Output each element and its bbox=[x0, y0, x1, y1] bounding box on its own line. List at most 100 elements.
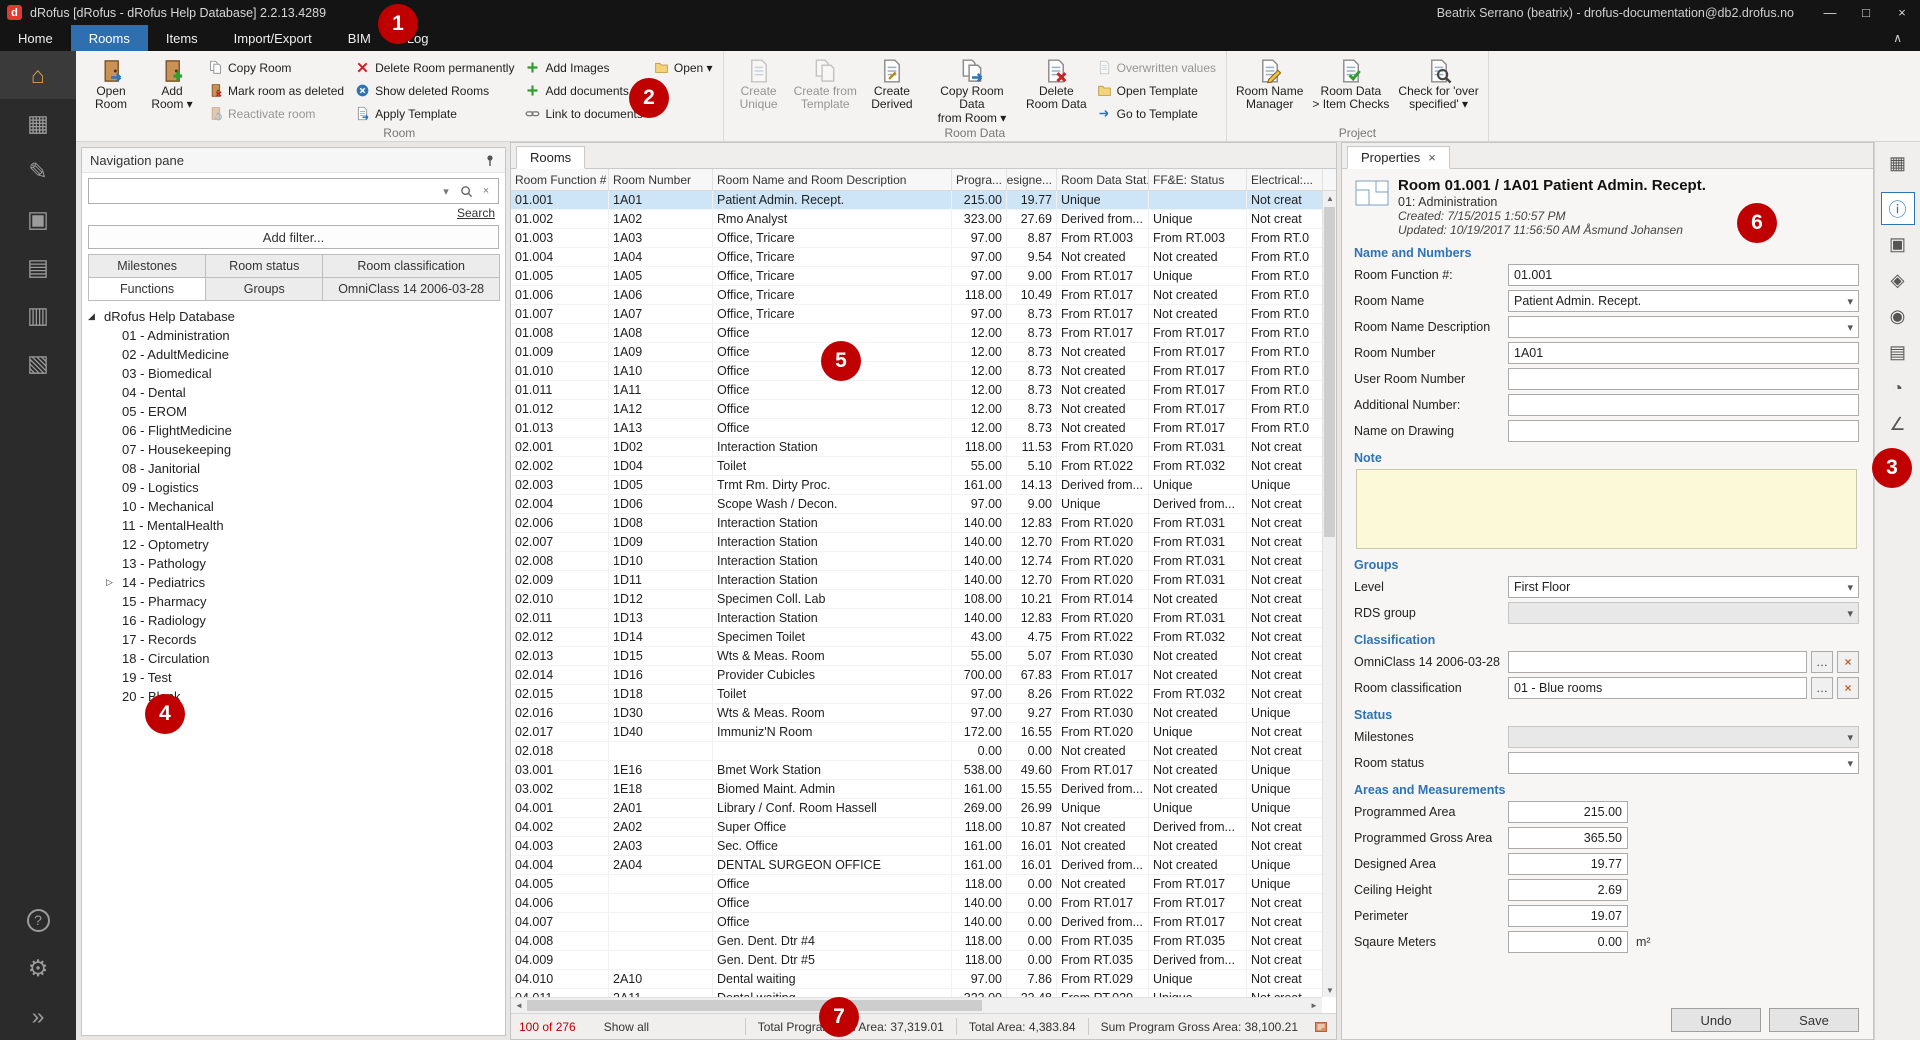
bim-model-icon[interactable]: ◈ bbox=[1881, 264, 1915, 297]
filter-tab-room-classification[interactable]: Room classification bbox=[322, 254, 500, 278]
filter-tab-functions[interactable]: Functions bbox=[88, 277, 206, 301]
maximize-button[interactable]: □ bbox=[1848, 0, 1884, 25]
room-row-04-001[interactable]: 04.0012A01Library / Conf. Room Hassell26… bbox=[511, 799, 1322, 818]
room-row-01-010[interactable]: 01.0101A10Office12.008.73Not createdFrom… bbox=[511, 362, 1322, 381]
room-row-04-011[interactable]: 04.0112A11Dental waiting323.0023.48From … bbox=[511, 989, 1322, 997]
mark-room-as-deleted-button[interactable]: Mark room as deleted bbox=[204, 80, 348, 101]
add-filter-button[interactable]: Add filter... bbox=[88, 225, 499, 249]
check-for-over-specified-button[interactable]: Check for 'overspecified' ▾ bbox=[1395, 54, 1481, 126]
column-header-room-name-and-room-description[interactable]: Room Name and Room Description bbox=[713, 169, 952, 190]
rooms-tab[interactable]: Rooms bbox=[516, 146, 585, 169]
column-header-electrical[interactable]: Electrical:... bbox=[1247, 169, 1323, 190]
undo-button[interactable]: Undo bbox=[1671, 1008, 1761, 1032]
scroll-down-icon[interactable]: ▼ bbox=[1323, 983, 1337, 997]
filter-tab-groups[interactable]: Groups bbox=[205, 277, 323, 301]
room-row-04-002[interactable]: 04.0022A02Super Office118.0010.87Not cre… bbox=[511, 818, 1322, 837]
room-row-04-008[interactable]: 04.008Gen. Dent. Dtr #4118.000.00From RT… bbox=[511, 932, 1322, 951]
column-header-room-number[interactable]: Room Number bbox=[609, 169, 713, 190]
room-row-03-002[interactable]: 03.0021E18Biomed Maint. Admin161.0015.55… bbox=[511, 780, 1322, 799]
room-row-01-008[interactable]: 01.0081A08Office12.008.73From RT.017From… bbox=[511, 324, 1322, 343]
link-to-documents-button[interactable]: Link to documents bbox=[521, 103, 646, 124]
room-row-02-001[interactable]: 02.0011D02Interaction Station118.0011.53… bbox=[511, 438, 1322, 457]
room-data-sheet-icon[interactable]: ▣ bbox=[1881, 228, 1915, 261]
report-icon[interactable] bbox=[1314, 1020, 1328, 1034]
room-row-01-004[interactable]: 01.0041A04Office, Tricare97.009.54Not cr… bbox=[511, 248, 1322, 267]
layout-icon[interactable]: ▦ bbox=[1881, 147, 1915, 180]
filter-tab-room-status[interactable]: Room status bbox=[205, 254, 323, 278]
vertical-scroll-thumb[interactable] bbox=[1324, 207, 1335, 537]
column-header-designe[interactable]: Designe... bbox=[1007, 169, 1057, 190]
help-icon[interactable]: ? bbox=[0, 896, 76, 944]
programmed-gross-area-input[interactable]: 365.50 bbox=[1508, 827, 1628, 849]
tree-root-expander-icon[interactable]: ◢ bbox=[88, 311, 104, 322]
tree-item-19-test[interactable]: 19 - Test bbox=[82, 668, 505, 687]
room-function-number-input[interactable]: 01.001 bbox=[1508, 264, 1859, 286]
properties-tab-close-icon[interactable]: × bbox=[1428, 150, 1436, 165]
info-icon[interactable]: ⓘ bbox=[1881, 192, 1915, 225]
room-row-04-005[interactable]: 04.005Office118.000.00Not createdFrom RT… bbox=[511, 875, 1322, 894]
room-row-02-006[interactable]: 02.0061D08Interaction Station140.0012.83… bbox=[511, 514, 1322, 533]
room-row-02-015[interactable]: 02.0151D18Toilet97.008.26From RT.022From… bbox=[511, 685, 1322, 704]
tree-item-18-circulation[interactable]: 18 - Circulation bbox=[82, 649, 505, 668]
menu-tab-rooms[interactable]: Rooms bbox=[71, 25, 148, 51]
room-row-04-004[interactable]: 04.0042A04DENTAL SURGEON OFFICE161.0016.… bbox=[511, 856, 1322, 875]
tree-item-07-housekeeping[interactable]: 07 - Housekeeping bbox=[82, 440, 505, 459]
omniclass-clear-button[interactable]: × bbox=[1837, 651, 1859, 673]
tree-item-16-radiology[interactable]: 16 - Radiology bbox=[82, 611, 505, 630]
copy-room-button[interactable]: Copy Room bbox=[204, 57, 348, 78]
tree-item-11-mentalhealth[interactable]: 11 - MentalHealth bbox=[82, 516, 505, 535]
room-row-02-012[interactable]: 02.0121D14Specimen Toilet43.004.75From R… bbox=[511, 628, 1322, 647]
omniclass-browse-button[interactable]: … bbox=[1811, 651, 1833, 673]
search-icon[interactable] bbox=[456, 185, 476, 198]
omniclass-input[interactable] bbox=[1508, 651, 1807, 673]
room-data-item-checks-button[interactable]: Room Data> Item Checks bbox=[1309, 54, 1392, 126]
tree-item-13-pathology[interactable]: 13 - Pathology bbox=[82, 554, 505, 573]
tree-item-12-optometry[interactable]: 12 - Optometry bbox=[82, 535, 505, 554]
room-status-input[interactable]: ▾ bbox=[1508, 752, 1859, 774]
designed-area-input[interactable]: 19.77 bbox=[1508, 853, 1628, 875]
room-name-description-dropdown-icon[interactable]: ▾ bbox=[1847, 321, 1853, 334]
room-row-03-001[interactable]: 03.0011E16Bmet Work Station538.0049.60Fr… bbox=[511, 761, 1322, 780]
tree-item-15-pharmacy[interactable]: 15 - Pharmacy bbox=[82, 592, 505, 611]
tree-item-06-flightmedicine[interactable]: 06 - FlightMedicine bbox=[82, 421, 505, 440]
room-row-01-006[interactable]: 01.0061A06Office, Tricare118.0010.49From… bbox=[511, 286, 1322, 305]
tree-item-04-dental[interactable]: 04 - Dental bbox=[82, 383, 505, 402]
search-link[interactable]: Search bbox=[457, 206, 495, 220]
tree-item-09-logistics[interactable]: 09 - Logistics bbox=[82, 478, 505, 497]
items-icon[interactable]: ▣ bbox=[0, 195, 76, 243]
settings-icon[interactable]: ⚙ bbox=[0, 944, 76, 992]
room-row-02-010[interactable]: 02.0101D12Specimen Coll. Lab108.0010.21F… bbox=[511, 590, 1322, 609]
room-row-02-016[interactable]: 02.0161D30Wts & Meas. Room97.009.27From … bbox=[511, 704, 1322, 723]
tree-item-14-pediatrics[interactable]: ▷14 - Pediatrics bbox=[82, 573, 505, 592]
room-row-04-010[interactable]: 04.0102A10Dental waiting97.007.86From RT… bbox=[511, 970, 1322, 989]
log-icon[interactable]: ◔ bbox=[1881, 372, 1915, 405]
room-row-01-001[interactable]: 01.0011A01Patient Admin. Recept.215.0019… bbox=[511, 191, 1322, 210]
scroll-right-icon[interactable]: ► bbox=[1306, 1001, 1322, 1010]
scroll-left-icon[interactable]: ◄ bbox=[511, 1001, 527, 1010]
perimeter-input[interactable]: 19.07 bbox=[1508, 905, 1628, 927]
room-row-02-004[interactable]: 02.0041D06Scope Wash / Decon.97.009.00Un… bbox=[511, 495, 1322, 514]
apply-template-button[interactable]: Apply Template bbox=[351, 103, 518, 124]
tree-item-10-mechanical[interactable]: 10 - Mechanical bbox=[82, 497, 505, 516]
room-number-input[interactable]: 1A01 bbox=[1508, 342, 1859, 364]
collapse-ribbon-button[interactable]: ∧ bbox=[1875, 25, 1920, 51]
floorplans-icon[interactable]: ▦ bbox=[0, 99, 76, 147]
column-header-ff-e-status[interactable]: FF&E: Status bbox=[1149, 169, 1247, 190]
room-row-01-011[interactable]: 01.0111A11Office12.008.73Not createdFrom… bbox=[511, 381, 1322, 400]
copy-room-data-from-room-button[interactable]: Copy Room Datafrom Room ▾ bbox=[924, 54, 1020, 126]
tree-item-17-records[interactable]: 17 - Records bbox=[82, 630, 505, 649]
room-row-01-013[interactable]: 01.0131A13Office12.008.73Not createdFrom… bbox=[511, 419, 1322, 438]
menu-tab-items[interactable]: Items bbox=[148, 25, 216, 51]
room-row-01-003[interactable]: 01.0031A03Office, Tricare97.008.87From R… bbox=[511, 229, 1322, 248]
room-row-02-018[interactable]: 02.0180.000.00Not createdNot createdNot … bbox=[511, 742, 1322, 761]
room-row-04-009[interactable]: 04.009Gen. Dent. Dtr #5118.000.00From RT… bbox=[511, 951, 1322, 970]
room-row-02-007[interactable]: 02.0071D09Interaction Station140.0012.70… bbox=[511, 533, 1322, 552]
room-row-01-007[interactable]: 01.0071A07Office, Tricare97.008.73From R… bbox=[511, 305, 1322, 324]
close-button[interactable]: × bbox=[1884, 0, 1920, 25]
ceiling-height-input[interactable]: 2.69 bbox=[1508, 879, 1628, 901]
search-dropdown-icon[interactable]: ▾ bbox=[436, 185, 456, 198]
open-template-button[interactable]: Open Template bbox=[1093, 80, 1220, 101]
create-derived-button[interactable]: CreateDerived bbox=[863, 54, 921, 126]
room-name-dropdown-icon[interactable]: ▾ bbox=[1847, 295, 1853, 308]
menu-tab-import-export[interactable]: Import/Export bbox=[216, 25, 330, 51]
